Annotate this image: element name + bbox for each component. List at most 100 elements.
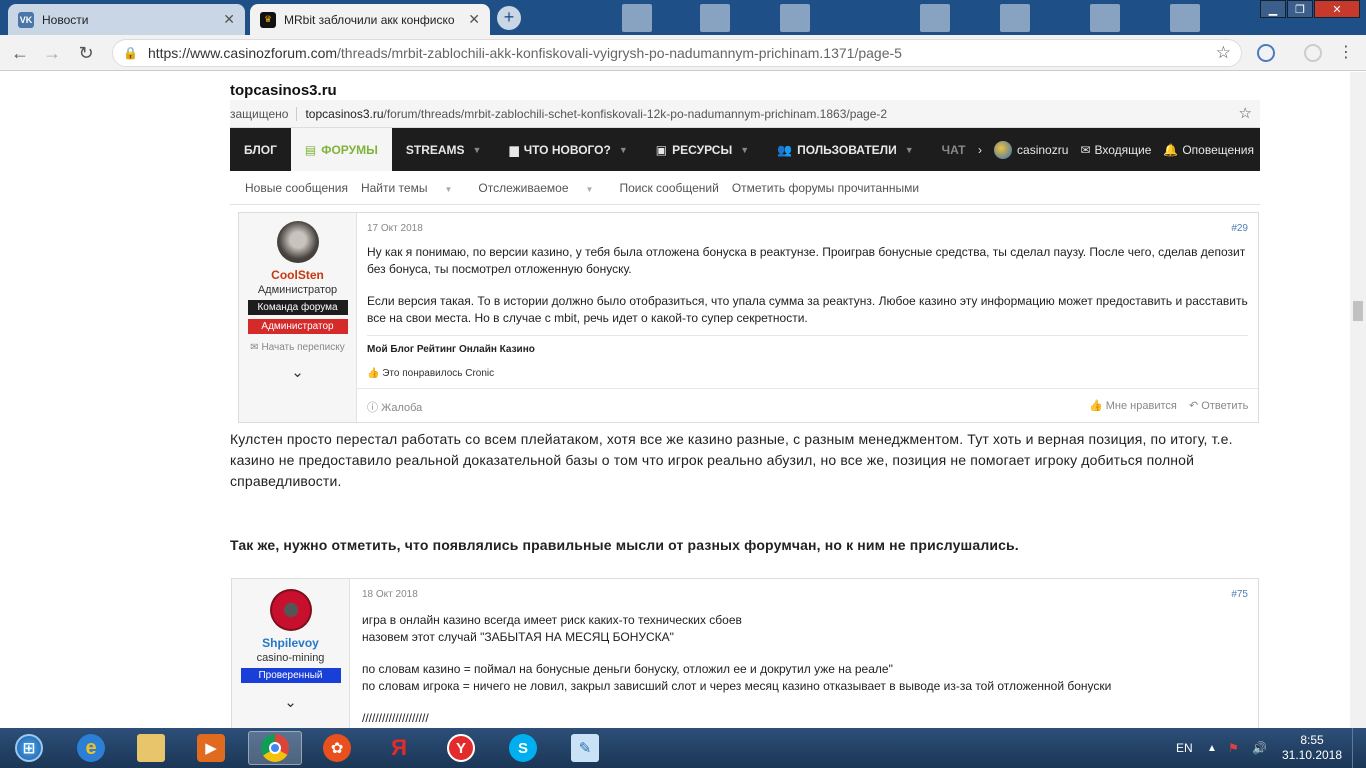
clock[interactable]: 8:55 31.10.2018 [1282, 728, 1342, 768]
taskbar-yandex[interactable]: Я [372, 731, 426, 765]
verified-badge: Проверенный [240, 668, 341, 683]
article-paragraph-bold: Так же, нужно отметить, что появлялись п… [230, 537, 1019, 553]
subnav-watched[interactable]: Отслеживаемое ▼ [478, 181, 606, 195]
post-likes: 👍 Это понравилось Cronic [367, 368, 1248, 379]
profile-icon[interactable] [1304, 44, 1322, 62]
site-title: topcasinos3.ru [230, 82, 337, 99]
nav-whats-new[interactable]: ▆ ЧТО НОВОГО? ▼ [495, 128, 641, 171]
nav-scroll-arrow[interactable]: › [972, 128, 988, 171]
desktop-icon [1000, 4, 1030, 32]
post-date[interactable]: 17 Окт 2018 [367, 223, 1248, 234]
username[interactable]: CoolSten [239, 268, 356, 282]
nav-alerts[interactable]: 🔔 Оповещения [1157, 128, 1260, 171]
close-icon[interactable]: ✕ [468, 11, 480, 28]
forum-subnav: Новые сообщения Найти темы ▼ Отслеживаемо… [230, 171, 1260, 205]
nav-blog[interactable]: БЛОГ [230, 128, 291, 171]
subnav-mark-read[interactable]: Отметить форумы прочитанными [732, 181, 919, 195]
subnav-find-threads[interactable]: Найти темы ▼ [361, 181, 465, 195]
taskbar-skype[interactable]: S [496, 731, 550, 765]
avatar[interactable] [276, 221, 319, 263]
close-window-button[interactable]: ✕ [1314, 0, 1360, 18]
chrome-icon [261, 734, 289, 762]
staff-badge: Команда форума [247, 300, 348, 315]
subnav-new-posts[interactable]: Новые сообщения [245, 181, 348, 195]
post-line: по словам игрока = ничего не ловил, закр… [362, 679, 1112, 693]
bookmark-star-icon: ☆ [1238, 105, 1252, 122]
nav-account[interactable]: casinozru [988, 128, 1074, 171]
forward-button[interactable]: → [40, 41, 64, 65]
envelope-icon: ✉ [250, 342, 262, 353]
url-path: /threads/mrbit-zablochili-akk-konfiskova… [337, 45, 902, 61]
nav-account-label: casinozru [1017, 142, 1069, 157]
page-scrollbar[interactable] [1350, 72, 1366, 728]
post-signature[interactable]: Мой Блог Рейтинг Онлайн Казино [367, 335, 1248, 355]
start-conversation-link[interactable]: ✉ Начать переписку [239, 342, 356, 353]
notepad-icon: ✎ [571, 734, 599, 762]
taskbar-yandex-browser[interactable]: Y [434, 731, 488, 765]
embedded-host: topcasinos3.ru [305, 106, 384, 121]
nav-alerts-label: Оповещения [1182, 142, 1254, 157]
tray-arrow-icon[interactable]: ▲ [1207, 728, 1217, 768]
start-conversation-label: Начать переписку [261, 342, 345, 353]
taskbar-video[interactable]: ✿ [310, 731, 364, 765]
yandex-browser-icon: Y [447, 734, 475, 762]
yandex-icon: Я [391, 735, 407, 760]
post-date[interactable]: 18 Окт 2018 [362, 589, 1248, 600]
back-button[interactable]: ← [8, 41, 32, 65]
report-link[interactable]: ⓘ Жалоба [367, 399, 422, 415]
show-desktop-button[interactable] [1352, 728, 1366, 768]
vk-icon: VK [18, 11, 34, 28]
user-title: Администратор [257, 284, 338, 296]
avatar[interactable] [269, 589, 312, 631]
chevron-down-icon[interactable]: ⌄ [239, 363, 356, 381]
taskbar-media[interactable]: ▶ [184, 731, 238, 765]
internet-explorer-icon: e [77, 734, 105, 762]
clock-time: 8:55 [1300, 733, 1324, 747]
thumbs-up-icon: 👍 [1089, 400, 1106, 412]
chevron-down-icon[interactable]: ⌄ [232, 693, 349, 711]
post-number[interactable]: #75 [1231, 589, 1248, 600]
close-icon[interactable]: ✕ [223, 11, 235, 28]
like-label: Мне нравится [1105, 400, 1177, 412]
reply-button[interactable]: ↶ Ответить [1189, 399, 1248, 412]
forum-post: Shpilevoy casino-mining Проверенный ⌄ 18… [231, 578, 1259, 728]
tab-mrbit-thread[interactable]: ♛ MRbit заблочили акк конфиско ✕ [250, 4, 490, 35]
taskbar-app[interactable]: ✎ [558, 731, 612, 765]
windows-taskbar: ⊞ e ▶ ✿ Я Y S ✎ EN ▲ ⚑ 🔊 8:55 31.10.2018 [0, 728, 1366, 768]
taskbar-chrome[interactable] [248, 731, 302, 765]
network-icon[interactable]: ⚑ [1228, 728, 1239, 768]
nav-inbox[interactable]: ✉ Входящие [1074, 128, 1157, 171]
post-body: 18 Окт 2018 #75 игра в онлайн казино все… [362, 579, 1248, 727]
minimize-button[interactable]: ▁ [1260, 0, 1286, 18]
folder-icon [137, 734, 165, 762]
scrollbar-thumb[interactable] [1353, 301, 1363, 321]
page-viewport: topcasinos3.ru защищено topcasinos3.ru/f… [0, 72, 1350, 728]
nav-users[interactable]: 👥 ПОЛЬЗОВАТЕЛИ ▼ [763, 128, 928, 171]
bookmark-star-icon[interactable]: ☆ [1216, 43, 1231, 63]
nav-forums[interactable]: ▤ ФОРУМЫ [290, 128, 392, 171]
subnav-search-posts[interactable]: Поиск сообщений [619, 181, 718, 195]
nav-resources[interactable]: ▣ РЕСУРСЫ ▼ [642, 128, 763, 171]
start-button[interactable]: ⊞ [2, 731, 56, 765]
address-bar[interactable]: 🔒 https://www.casinozforum.com/threads/m… [112, 39, 1242, 67]
post-number[interactable]: #29 [1231, 223, 1248, 234]
tab-news[interactable]: VK Новости ✕ [8, 4, 245, 35]
extension-icon[interactable] [1257, 44, 1275, 62]
volume-icon[interactable]: 🔊 [1252, 728, 1267, 768]
user-title: casino-mining [256, 652, 325, 664]
new-tab-button[interactable]: + [497, 6, 521, 30]
language-indicator[interactable]: EN [1176, 728, 1193, 768]
nav-streams[interactable]: STREAMS ▼ [392, 128, 496, 171]
restore-button[interactable]: ❐ [1287, 0, 1313, 18]
taskbar-ie[interactable]: e [64, 731, 118, 765]
taskbar-explorer[interactable] [124, 731, 178, 765]
reload-button[interactable]: ↻ [74, 41, 98, 65]
likes-label[interactable]: Это понравилось Cronic [382, 368, 494, 379]
forum-icon: ▤ [304, 142, 317, 157]
like-button[interactable]: 👍 Мне нравится [1089, 399, 1177, 412]
desktop-icon [780, 4, 810, 32]
nav-streams-label: STREAMS [405, 142, 465, 157]
menu-icon[interactable]: ⋮ [1334, 41, 1358, 65]
username[interactable]: Shpilevoy [232, 636, 349, 650]
lock-icon: 🔒 [123, 46, 138, 60]
